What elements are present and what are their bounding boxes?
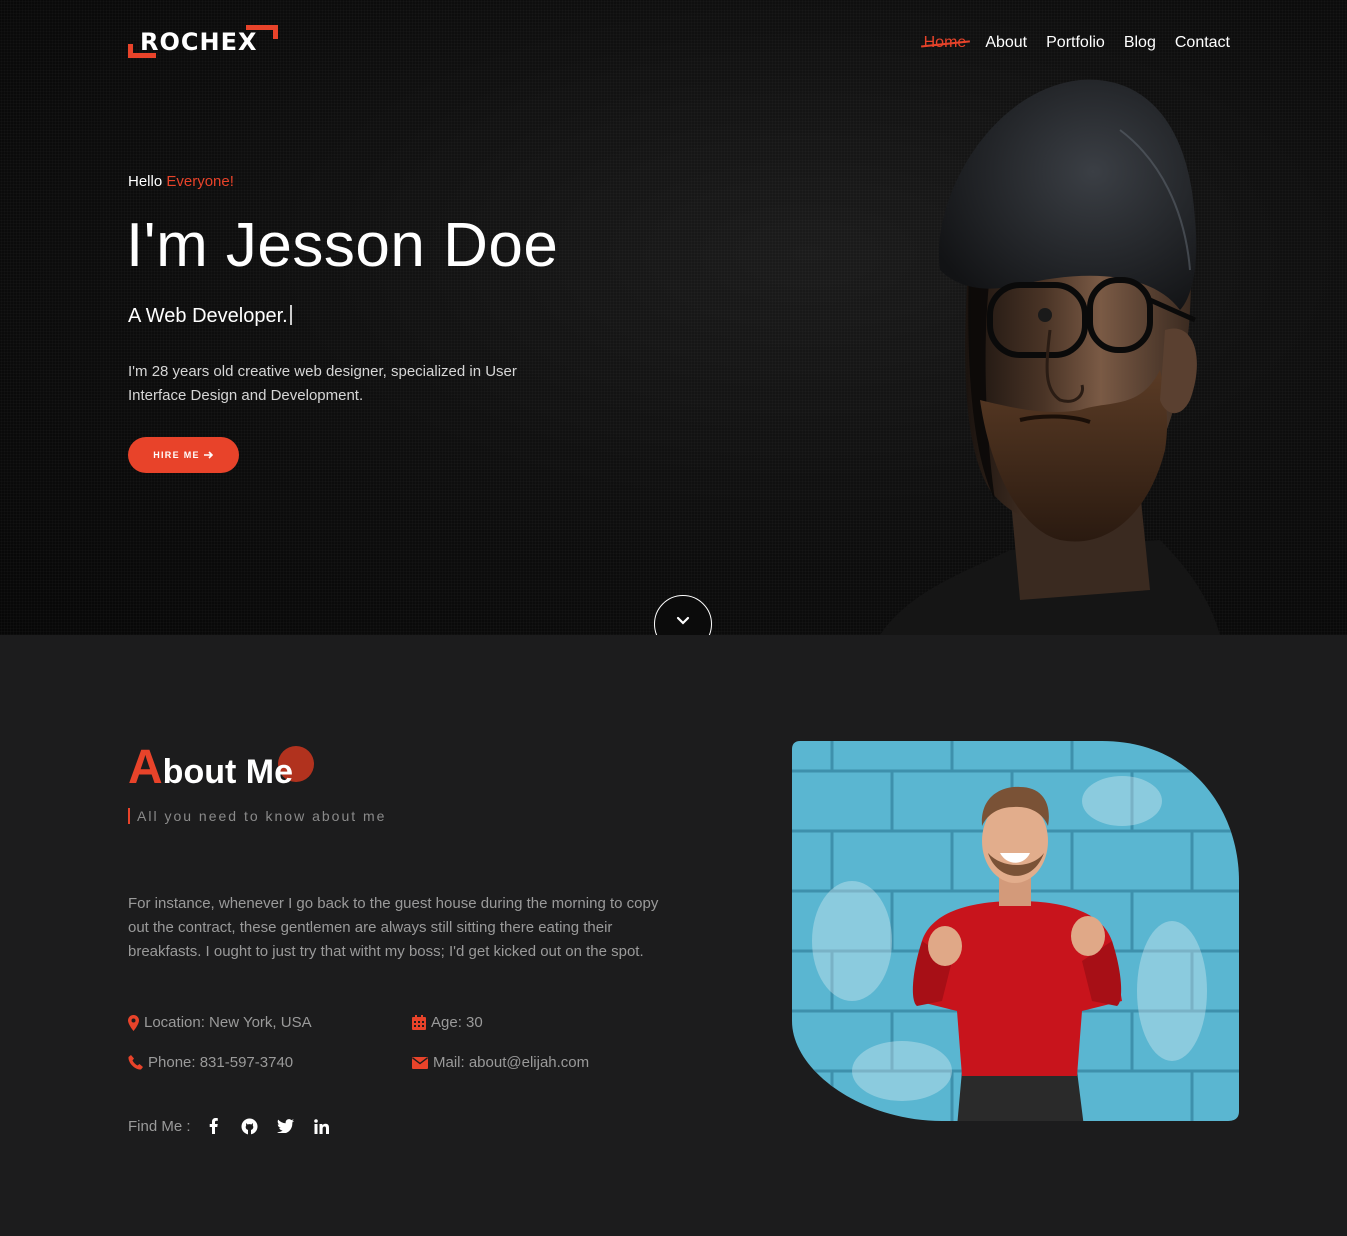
hero-title: I'm Jesson Doe xyxy=(126,211,559,280)
info-location: Location: New York, USA xyxy=(128,1014,312,1031)
mail-text: Mail: about@elijah.com xyxy=(433,1054,590,1071)
info-age: Age: 30 xyxy=(412,1014,483,1031)
find-me-label: Find Me : xyxy=(128,1117,191,1135)
logo-text: ROCHEX xyxy=(140,28,258,56)
about-title-rest: bout Me xyxy=(162,753,293,791)
find-me-row: Find Me : xyxy=(128,1117,331,1135)
envelope-icon xyxy=(412,1056,428,1069)
nav-item-about[interactable]: About xyxy=(985,34,1027,52)
hero-role-text: A Web Developer. xyxy=(128,305,288,327)
phone-icon xyxy=(128,1055,143,1070)
info-mail: Mail: about@elijah.com xyxy=(412,1054,589,1071)
facebook-icon[interactable] xyxy=(205,1117,223,1135)
nav-item-home[interactable]: Home xyxy=(924,34,967,52)
greeting-accent: Everyone! xyxy=(166,173,234,190)
about-text: For instance, whenever I go back to the … xyxy=(128,895,659,960)
about-photo-image xyxy=(792,741,1239,1121)
typing-caret xyxy=(289,305,292,325)
about-title-initial: A xyxy=(128,741,163,794)
greeting-text: Hello xyxy=(128,173,163,190)
age-text: Age: 30 xyxy=(431,1014,483,1031)
hero-portrait-image xyxy=(880,79,1220,635)
hire-me-label: HIRE ME xyxy=(153,450,200,460)
about-title: About Me xyxy=(128,740,293,795)
about-subtitle: All you need to know about me xyxy=(128,808,386,824)
github-icon[interactable] xyxy=(241,1117,259,1135)
info-phone: Phone: 831-597-3740 xyxy=(128,1054,293,1071)
main-nav: Home About Portfolio Blog Contact xyxy=(924,34,1230,52)
brand-logo[interactable]: ROCHEX xyxy=(128,22,280,62)
calendar-icon xyxy=(412,1015,426,1030)
map-marker-icon xyxy=(128,1014,139,1031)
phone-text: Phone: 831-597-3740 xyxy=(148,1054,294,1071)
linkedin-icon[interactable] xyxy=(313,1117,331,1135)
logo-accent-top-side xyxy=(273,25,278,39)
twitter-icon[interactable] xyxy=(277,1117,295,1135)
hire-me-button[interactable]: HIRE ME xyxy=(128,437,239,473)
location-text: Location: New York, USA xyxy=(144,1014,312,1031)
chevron-down-icon xyxy=(676,616,690,625)
hero-section: ROCHEX Home About Portfolio Blog Contact… xyxy=(0,0,1347,635)
logo-accent-bottom-side xyxy=(128,44,133,58)
nav-item-portfolio[interactable]: Portfolio xyxy=(1046,34,1105,52)
hero-description: I'm 28 years old creative web designer, … xyxy=(128,363,517,404)
hero-greeting: Hello Everyone! xyxy=(128,173,234,190)
hero-role: A Web Developer. xyxy=(128,305,292,328)
nav-item-blog[interactable]: Blog xyxy=(1124,34,1156,52)
arrow-right-icon xyxy=(203,451,213,459)
nav-item-contact[interactable]: Contact xyxy=(1175,34,1230,52)
